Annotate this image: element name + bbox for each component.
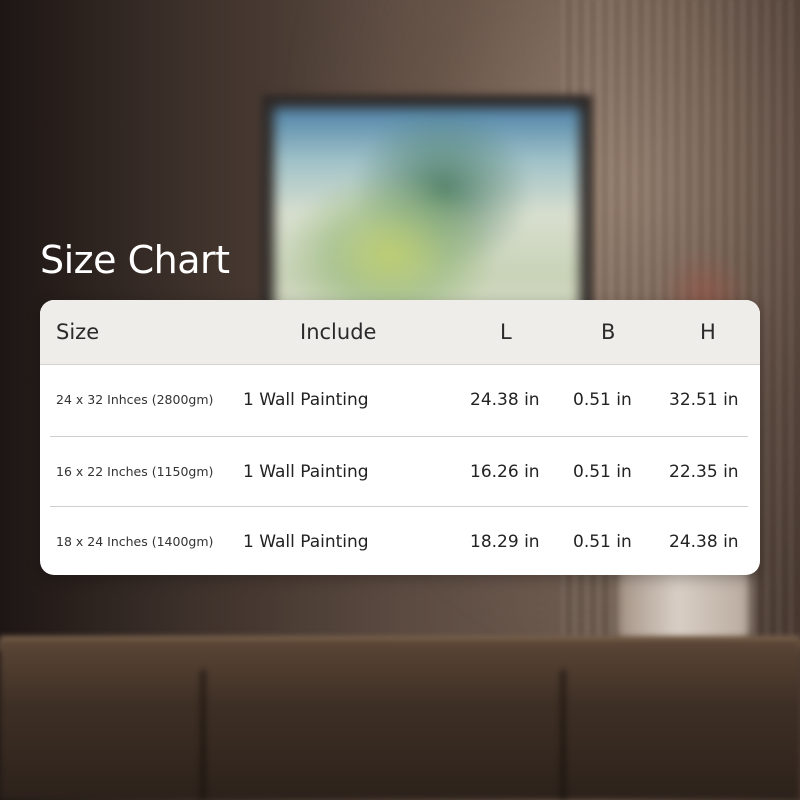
table-row: 16 x 22 Inches (1150gm) 1 Wall Painting … [40,437,760,507]
cell-include: 1 Wall Painting [243,532,369,552]
header-breadth: B [601,320,616,344]
header-size: Size [56,320,100,344]
table-row: 24 x 32 Inhces (2800gm) 1 Wall Painting … [40,365,760,435]
cell-height: 32.51 in [669,390,739,410]
table-row: 18 x 24 Inches (1400gm) 1 Wall Painting … [40,507,760,575]
cell-include: 1 Wall Painting [243,462,369,482]
cell-size: 16 x 22 Inches (1150gm) [56,464,214,479]
cell-height: 22.35 in [669,462,739,482]
cell-length: 16.26 in [470,462,540,482]
cell-breadth: 0.51 in [573,462,632,482]
sideboard-panel-line [200,670,206,800]
header-length: L [500,320,512,344]
cell-breadth: 0.51 in [573,390,632,410]
cell-size: 18 x 24 Inches (1400gm) [56,534,214,549]
page-title: Size Chart [40,238,230,282]
sideboard-panel-line [560,670,566,800]
cell-height: 24.38 in [669,532,739,552]
header-height: H [700,320,716,344]
cell-include: 1 Wall Painting [243,390,369,410]
sideboard [0,640,800,800]
cell-breadth: 0.51 in [573,532,632,552]
cell-length: 24.38 in [470,390,540,410]
header-include: Include [300,320,377,344]
size-chart-table: Size Include L B H 24 x 32 Inhces (2800g… [40,300,760,575]
cell-length: 18.29 in [470,532,540,552]
cell-size: 24 x 32 Inhces (2800gm) [56,392,214,407]
table-header-row: Size Include L B H [40,300,760,365]
